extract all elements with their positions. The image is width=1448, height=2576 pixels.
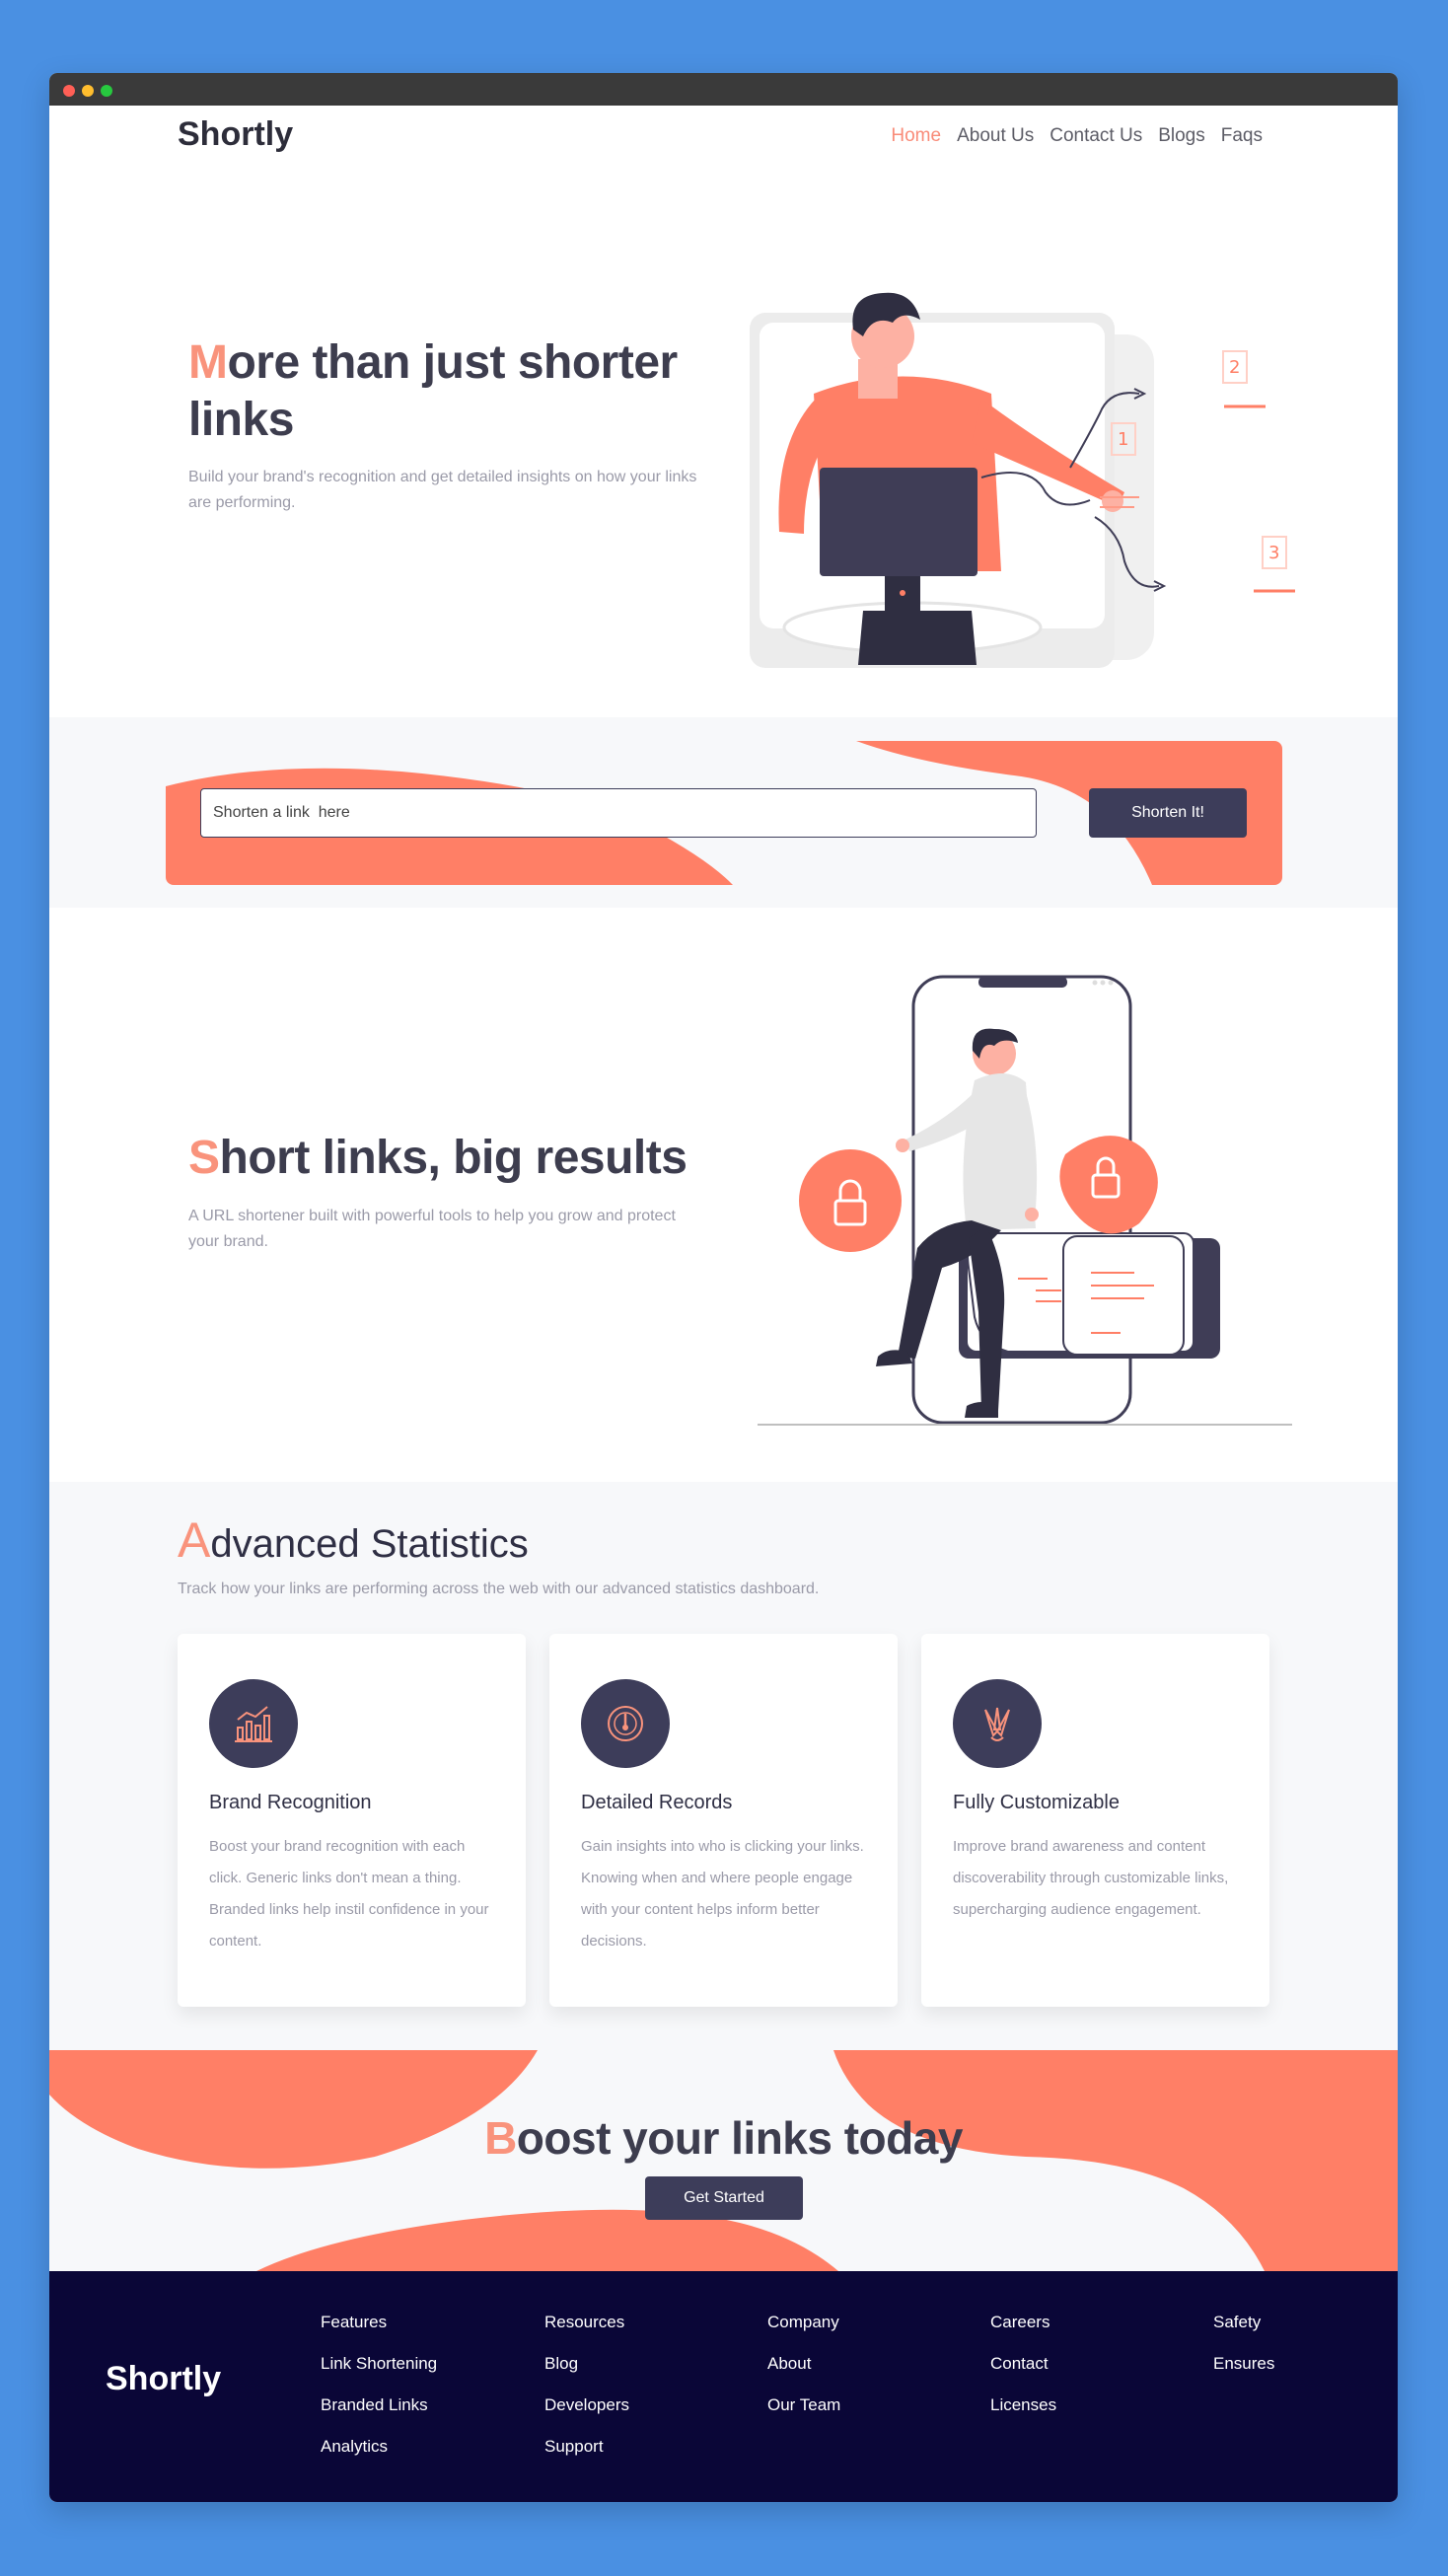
stat-card-title: Brand Recognition bbox=[209, 1792, 372, 1813]
window-titlebar bbox=[49, 73, 1398, 106]
stat-card-detailed-records: Detailed Records Gain insights into who … bbox=[549, 1634, 898, 2007]
footer-link[interactable]: Ensures bbox=[1213, 2352, 1274, 2393]
brand-logo[interactable]: Shortly bbox=[178, 115, 293, 154]
footer-link[interactable]: Careers bbox=[990, 2311, 1056, 2352]
footer-link[interactable]: Blog bbox=[544, 2352, 629, 2393]
footer-link[interactable]: Developers bbox=[544, 2393, 629, 2435]
footer-link[interactable]: Safety bbox=[1213, 2311, 1274, 2352]
shorten-button[interactable]: Shorten It! bbox=[1089, 788, 1247, 838]
gauge-icon bbox=[608, 1706, 643, 1741]
brushes-icon bbox=[984, 1707, 1010, 1741]
navbar: Shortly Home About Us Contact Us Blogs F… bbox=[49, 106, 1398, 167]
svg-text:1: 1 bbox=[1118, 429, 1128, 450]
stat-card-fully-customizable: Fully Customizable Improve brand awarene… bbox=[921, 1634, 1269, 2007]
close-window-dot[interactable] bbox=[63, 85, 75, 97]
hero-title: More than just shorter links bbox=[188, 336, 678, 446]
footer-column-features: Features Link Shortening Branded Links A… bbox=[321, 2311, 437, 2476]
statistics-title: Advanced Statistics bbox=[178, 1512, 529, 1568]
stat-card-title: Detailed Records bbox=[581, 1792, 733, 1813]
stat-card-text: Improve brand awareness and content disc… bbox=[953, 1838, 1229, 1918]
shorten-form: Shorten It! bbox=[166, 741, 1282, 885]
statistics-section: Advanced Statistics Track how your links… bbox=[49, 1482, 1398, 2050]
stat-card-badge bbox=[953, 1679, 1042, 1768]
footer-link[interactable]: Link Shortening bbox=[321, 2352, 437, 2393]
shorten-url-input[interactable] bbox=[200, 788, 1037, 838]
nav-item-blogs[interactable]: Blogs bbox=[1158, 125, 1205, 147]
boost-section: Boost your links today Get Started bbox=[49, 2050, 1398, 2271]
footer-column-careers: Careers Contact Licenses bbox=[990, 2311, 1056, 2435]
nav-item-home[interactable]: Home bbox=[891, 125, 941, 147]
footer-column-resources: Resources Blog Developers Support bbox=[544, 2311, 629, 2476]
hero-section: More than just shorter links Build your … bbox=[49, 167, 1398, 719]
footer-link[interactable]: Company bbox=[767, 2311, 840, 2352]
nav-menu: Home About Us Contact Us Blogs Faqs bbox=[891, 125, 1263, 147]
stat-card-badge bbox=[581, 1679, 670, 1768]
footer-column-safety: Safety Ensures bbox=[1213, 2311, 1274, 2393]
footer-link[interactable]: Features bbox=[321, 2311, 437, 2352]
footer-link[interactable]: Licenses bbox=[990, 2393, 1056, 2435]
nav-item-contact-us[interactable]: Contact Us bbox=[1050, 125, 1142, 147]
footer-column-company: Company About Our Team bbox=[767, 2311, 840, 2435]
results-section: Short links, big results A URL shortener… bbox=[49, 908, 1398, 1482]
maximize-window-dot[interactable] bbox=[101, 85, 112, 97]
results-title: Short links, big results bbox=[188, 1132, 688, 1184]
hero-subtitle: Build your brand's recognition and get d… bbox=[188, 469, 697, 511]
browser-window: Shortly Home About Us Contact Us Blogs F… bbox=[49, 73, 1398, 2502]
footer-link[interactable]: Contact bbox=[990, 2352, 1056, 2393]
shorten-section: Shorten It! bbox=[49, 717, 1398, 908]
footer: Shortly Features Link Shortening Branded… bbox=[49, 2271, 1398, 2502]
svg-text:3: 3 bbox=[1268, 543, 1279, 563]
minimize-window-dot[interactable] bbox=[82, 85, 94, 97]
get-started-button[interactable]: Get Started bbox=[645, 2176, 803, 2220]
hero-illustration: 1 2 3 bbox=[750, 292, 1295, 668]
bar-chart-icon bbox=[235, 1706, 272, 1742]
footer-link[interactable]: Support bbox=[544, 2435, 629, 2476]
results-subtitle: A URL shortener built with powerful tool… bbox=[188, 1208, 676, 1250]
footer-link[interactable]: Branded Links bbox=[321, 2393, 437, 2435]
stat-card-text: Boost your brand recognition with each c… bbox=[209, 1838, 489, 1950]
footer-logo[interactable]: Shortly bbox=[106, 2360, 221, 2398]
boost-title: Boost your links today bbox=[484, 2112, 963, 2164]
security-illustration bbox=[758, 975, 1292, 1426]
stat-card-title: Fully Customizable bbox=[953, 1792, 1120, 1813]
nav-item-faqs[interactable]: Faqs bbox=[1221, 125, 1263, 147]
stat-card-text: Gain insights into who is clicking your … bbox=[581, 1838, 864, 1950]
footer-link[interactable]: About bbox=[767, 2352, 840, 2393]
footer-link[interactable]: Analytics bbox=[321, 2435, 437, 2476]
statistics-lead: Track how your links are performing acro… bbox=[178, 1581, 820, 1597]
stat-card-brand-recognition: Brand Recognition Boost your brand recog… bbox=[178, 1634, 526, 2007]
footer-link[interactable]: Resources bbox=[544, 2311, 629, 2352]
nav-item-about-us[interactable]: About Us bbox=[957, 125, 1034, 147]
footer-link[interactable]: Our Team bbox=[767, 2393, 840, 2435]
svg-text:2: 2 bbox=[1229, 357, 1240, 378]
stat-card-badge bbox=[209, 1679, 298, 1768]
